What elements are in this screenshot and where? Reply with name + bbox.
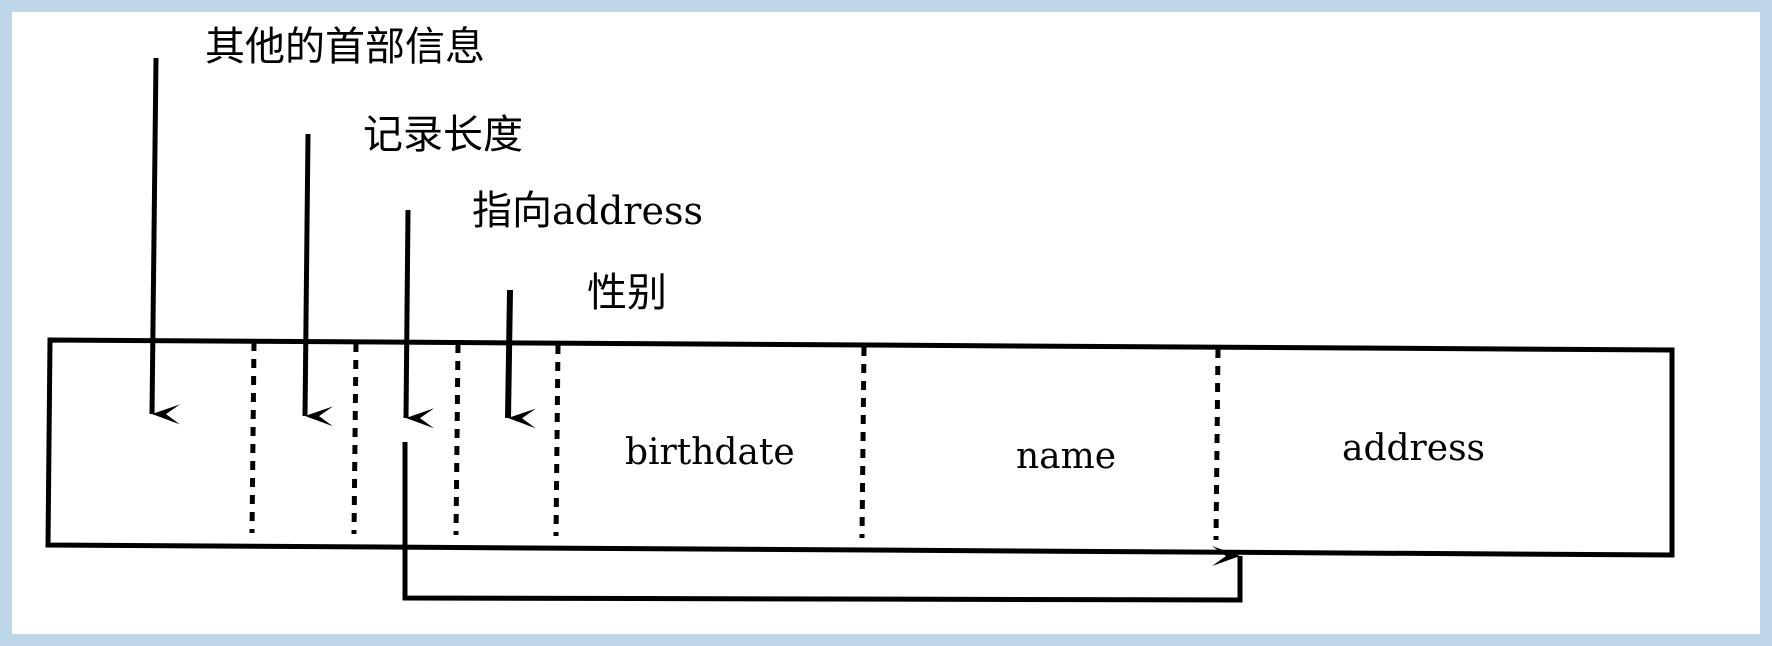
- separator-2: [351, 342, 359, 535]
- diagram-frame: 其他的首部信息 记录长度 指向address 性别 birthdate name…: [0, 0, 1772, 646]
- separator-1: [249, 341, 257, 534]
- label-pointer-cn: 指向: [472, 188, 552, 234]
- separator-6: [1213, 348, 1221, 541]
- label-other-header: 其他的首部信息: [205, 24, 485, 70]
- arrow-other-header: [149, 57, 181, 425]
- arrow-record-length: [302, 133, 334, 427]
- separator-4: [553, 344, 561, 537]
- arrow-pointer: [403, 209, 435, 429]
- separator-5: [859, 346, 867, 539]
- label-gender: 性别: [587, 270, 667, 316]
- arrow-gender: [505, 289, 537, 429]
- field-address: address: [1342, 428, 1485, 469]
- separator-3: [453, 343, 461, 536]
- label-pointer-target: address: [552, 189, 703, 233]
- record-layout-diagram: 其他的首部信息 记录长度 指向address 性别 birthdate name…: [45, 24, 1675, 603]
- field-birthdate: birthdate: [625, 432, 795, 473]
- label-pointer-address: 指向address: [472, 188, 703, 234]
- field-name: name: [1016, 436, 1116, 477]
- label-record-length: 记录长度: [363, 112, 523, 158]
